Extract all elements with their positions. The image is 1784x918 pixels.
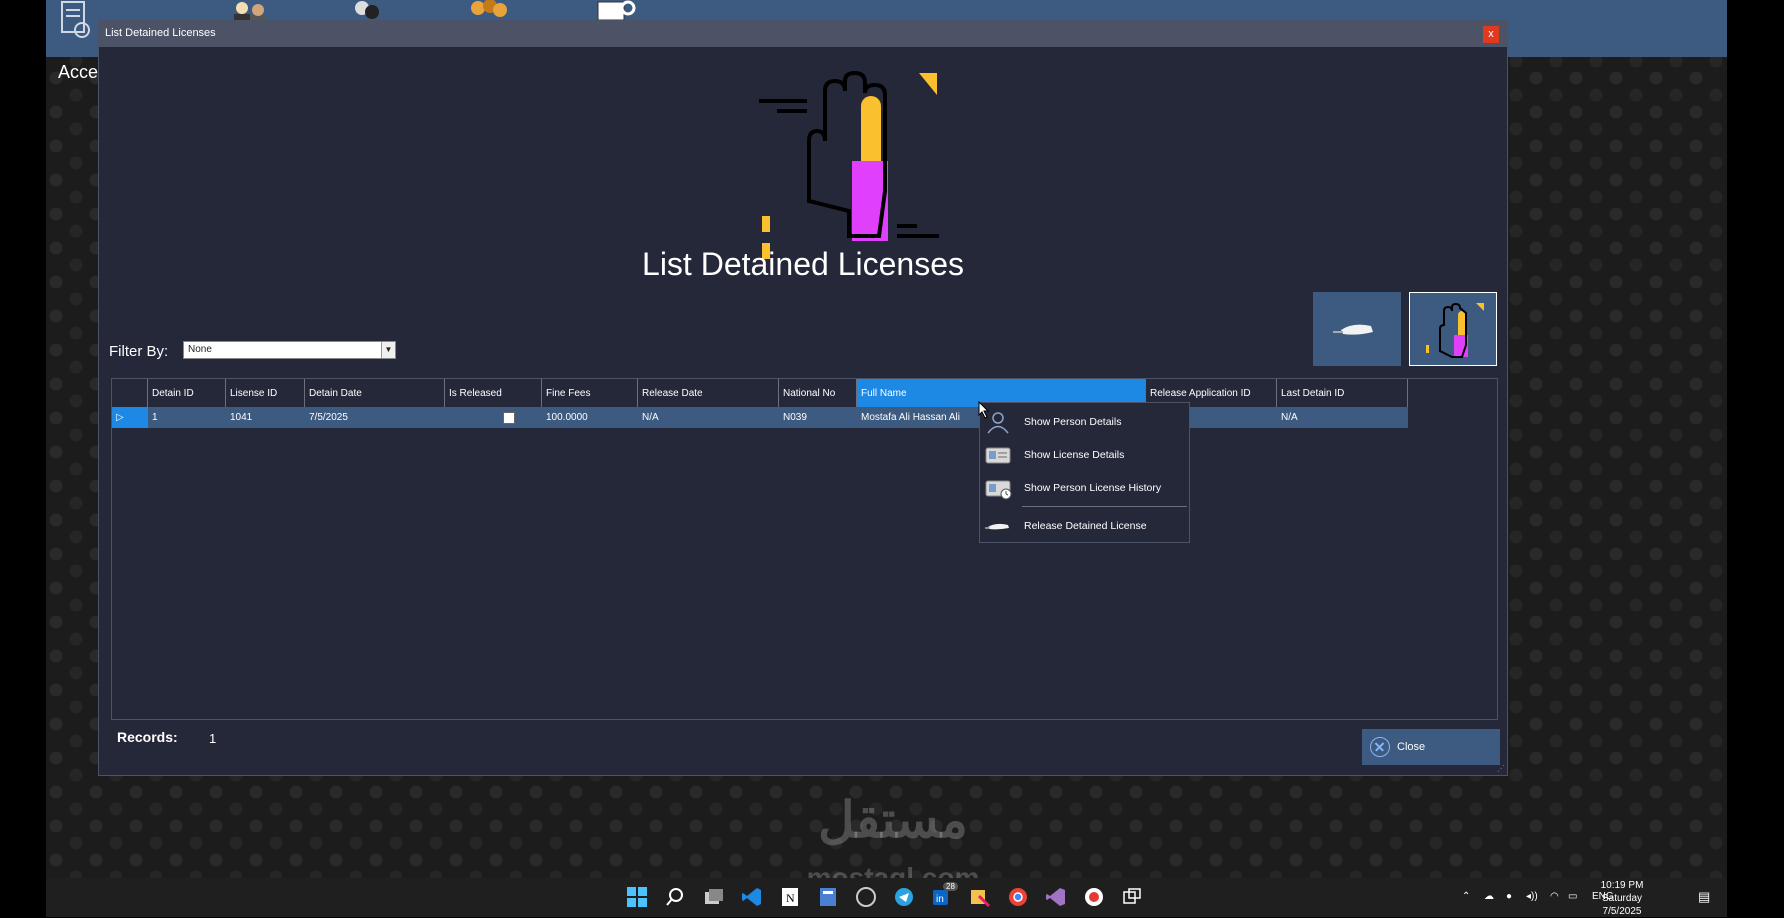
app-section-label: Acce	[58, 62, 99, 82]
telegram-icon[interactable]	[893, 886, 915, 908]
close-button-label: Close	[1397, 741, 1426, 753]
chrome-icon[interactable]	[1007, 886, 1029, 908]
menu-item-label: Show License Details	[1024, 449, 1125, 461]
taskbar: N in 28 ⌃ ☁ ● ◂)) ◠ ▭ ENG ▤	[46, 878, 1727, 917]
vscode-icon[interactable]	[741, 886, 763, 908]
license-history-icon	[985, 480, 1012, 500]
clock-time: 10:19 PM	[1600, 880, 1644, 891]
tray-onedrive-icon[interactable]: ☁	[1484, 891, 1494, 902]
table-row[interactable]: ▷ 1 1041 7/5/2025 100.0000 N/A N039 Most…	[112, 407, 1408, 428]
header-license-id[interactable]: Lisense ID	[226, 379, 305, 407]
list-detained-licenses-window: List Detained Licenses x List Detained L…	[98, 20, 1508, 776]
cell-last-detain-id: N/A	[1277, 407, 1408, 428]
resize-grip-icon[interactable]: ⋰	[1497, 764, 1505, 773]
page-title: List Detained Licenses	[642, 246, 964, 282]
cell-license-id: 1041	[226, 407, 305, 428]
header-fine-fees[interactable]: Fine Fees	[542, 379, 638, 407]
detained-licenses-table[interactable]: Detain ID Lisense ID Detain Date Is Rele…	[111, 378, 1498, 720]
search-icon[interactable]	[664, 886, 686, 908]
visual-studio-icon[interactable]	[1045, 886, 1067, 908]
cell-fine-fees: 100.0000	[542, 407, 638, 428]
tray-chevron-up-icon[interactable]: ⌃	[1462, 891, 1470, 902]
cell-detain-id: 1	[148, 407, 226, 428]
window-titlebar[interactable]: List Detained Licenses x	[99, 21, 1507, 47]
app-window-icon[interactable]	[1121, 886, 1143, 908]
mouse-cursor-icon	[978, 401, 990, 419]
applications-icon[interactable]	[60, 0, 94, 44]
tray-volume-icon[interactable]: ◂))	[1526, 891, 1538, 902]
filter-by-select[interactable]: None ▼	[183, 341, 396, 359]
header-national-no[interactable]: National No	[779, 379, 857, 407]
menu-item-label: Release Detained License	[1024, 520, 1147, 532]
menu-show-person-license-history[interactable]: Show Person License History	[980, 474, 1189, 502]
close-button[interactable]: Close	[1362, 729, 1500, 765]
whatsapp-icon[interactable]	[855, 886, 877, 908]
is-released-checkbox[interactable]	[503, 411, 515, 424]
release-license-mode-button[interactable]	[1313, 292, 1401, 366]
records-label: Records:	[117, 729, 178, 745]
header-last-detain-id[interactable]: Last Detain ID	[1277, 379, 1408, 407]
close-icon	[1370, 737, 1390, 757]
menu-item-label: Show Person Details	[1024, 416, 1122, 428]
menu-separator	[1022, 506, 1187, 507]
header-row-selector[interactable]	[112, 379, 148, 407]
table-header: Detain ID Lisense ID Detain Date Is Rele…	[112, 379, 1408, 407]
window-title: List Detained Licenses	[105, 27, 216, 39]
cell-national-no: N039	[779, 407, 857, 428]
watermark-arabic: مستقل	[818, 792, 968, 848]
task-view-icon[interactable]	[703, 886, 725, 908]
records-count: 1	[209, 731, 217, 746]
start-windows-icon[interactable]	[626, 886, 648, 908]
clock-date: 7/5/2025	[1602, 906, 1642, 917]
linkedin-badge: 28	[943, 882, 958, 891]
taskbar-clock[interactable]: 10:19 PM Saturday 7/5/2025	[1582, 879, 1662, 918]
window-close-button[interactable]: x	[1483, 26, 1499, 43]
filter-by-label: Filter By:	[109, 343, 169, 360]
license-card-icon	[985, 447, 1011, 464]
cell-is-released	[445, 407, 542, 428]
svg-text:N: N	[786, 891, 795, 905]
menu-show-license-details[interactable]: Show License Details	[980, 441, 1189, 469]
header-detain-date[interactable]: Detain Date	[305, 379, 445, 407]
tray-battery-icon[interactable]: ▭	[1568, 891, 1577, 902]
header-detain-id[interactable]: Detain ID	[148, 379, 226, 407]
filter-selected-value: None	[188, 344, 212, 355]
row-context-menu: Show Person Details Show License Details…	[979, 402, 1190, 543]
release-license-icon	[1333, 324, 1373, 335]
detained-hand-icon	[759, 70, 939, 241]
row-selector-arrow-icon[interactable]: ▷	[112, 407, 148, 428]
calculator-icon[interactable]	[817, 886, 839, 908]
clock-day: Saturday	[1601, 893, 1643, 904]
visual-studio-project-icon[interactable]	[969, 886, 991, 908]
chevron-down-icon[interactable]: ▼	[381, 342, 395, 358]
detained-hand-small-icon	[1426, 302, 1484, 358]
cell-detain-date: 7/5/2025	[305, 407, 445, 428]
menu-release-detained-license[interactable]: Release Detained License	[980, 512, 1189, 540]
notifications-icon[interactable]: ▤	[1698, 889, 1710, 905]
menu-show-person-details[interactable]: Show Person Details	[980, 408, 1189, 436]
cell-release-date: N/A	[638, 407, 779, 428]
screen-recorder-icon[interactable]	[1083, 886, 1105, 908]
release-license-icon	[985, 523, 1009, 530]
notion-icon[interactable]: N	[779, 886, 801, 908]
tray-microphone-icon[interactable]: ●	[1506, 891, 1512, 902]
header-release-date[interactable]: Release Date	[638, 379, 779, 407]
tray-wifi-icon[interactable]: ◠	[1550, 891, 1559, 902]
detain-license-mode-button[interactable]	[1409, 292, 1497, 366]
menu-item-label: Show Person License History	[1024, 482, 1162, 494]
header-is-released[interactable]: Is Released	[445, 379, 542, 407]
svg-text:in: in	[936, 894, 944, 905]
